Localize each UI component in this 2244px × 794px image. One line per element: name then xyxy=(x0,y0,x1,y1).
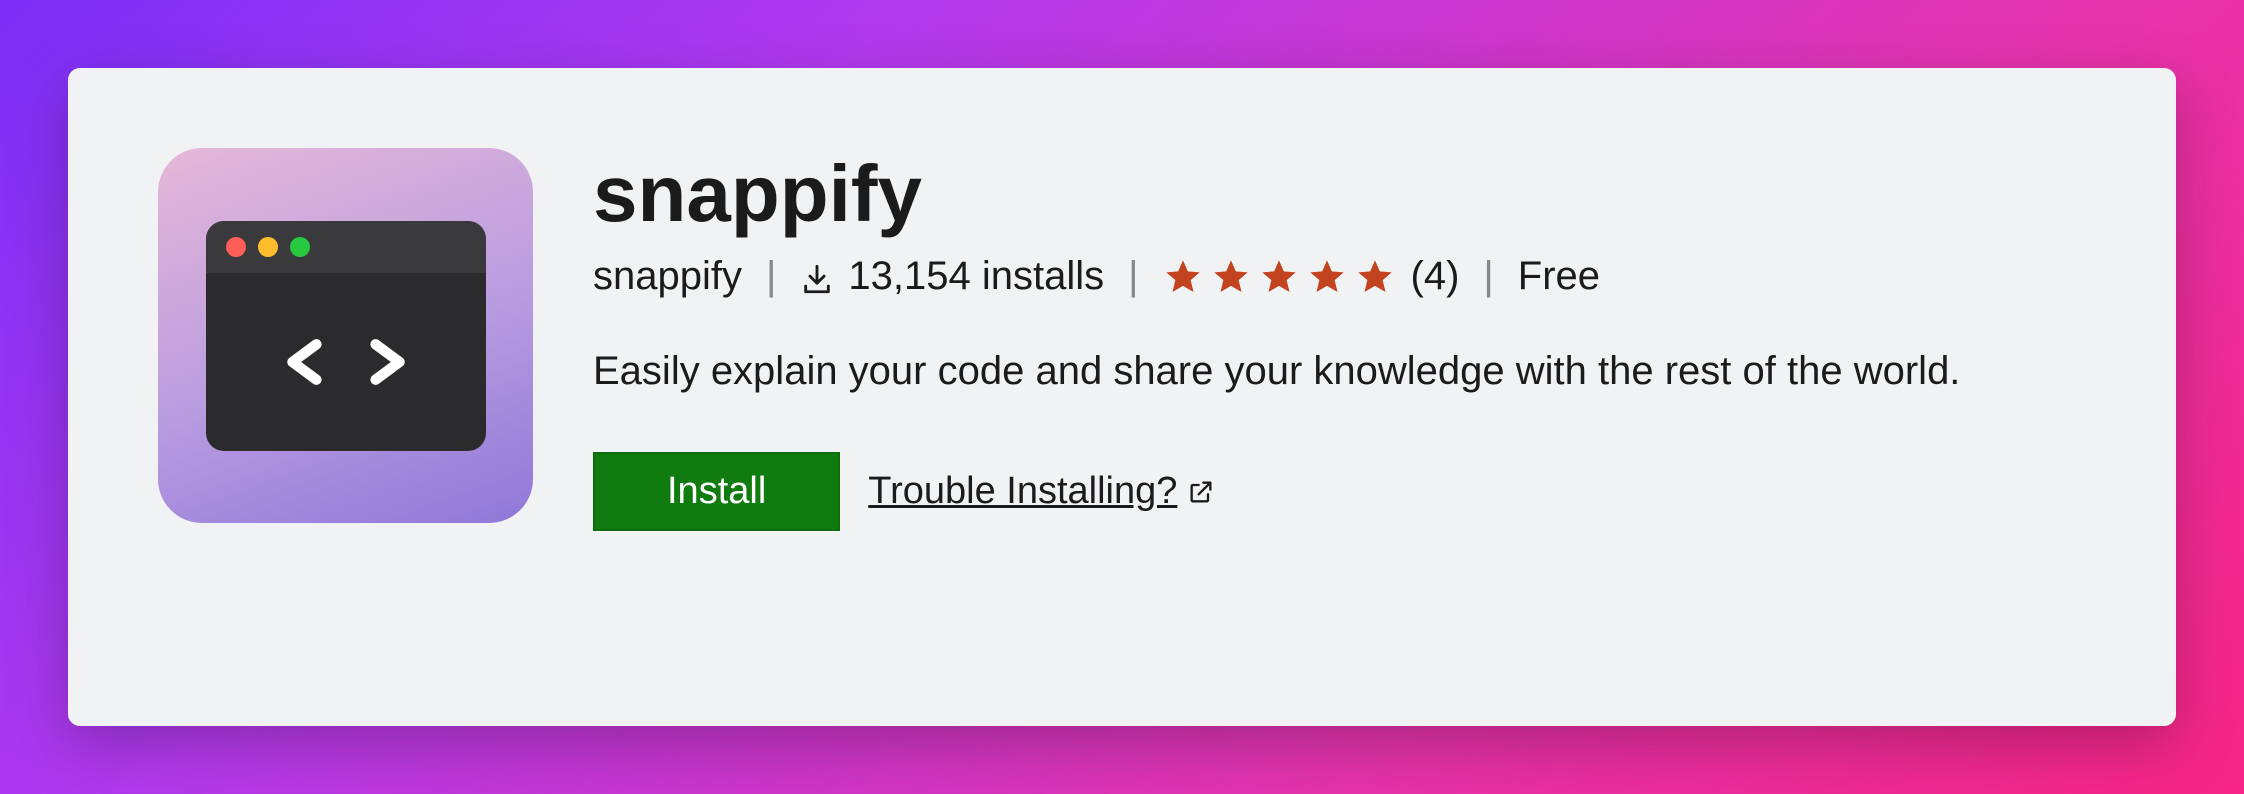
download-icon xyxy=(800,262,834,296)
traffic-light-yellow-icon xyxy=(258,237,278,257)
extension-card: snappify snappify | 13,154 installs | (4… xyxy=(68,68,2176,726)
divider: | xyxy=(766,254,776,299)
chevron-left-icon xyxy=(280,336,332,388)
extension-description: Easily explain your code and share your … xyxy=(593,349,2096,394)
window-titlebar-icon xyxy=(206,221,486,273)
extension-details: snappify snappify | 13,154 installs | (4… xyxy=(593,148,2096,531)
traffic-light-red-icon xyxy=(226,237,246,257)
action-row: Install Trouble Installing? xyxy=(593,452,2096,531)
code-window-icon xyxy=(206,221,486,451)
divider: | xyxy=(1128,254,1138,299)
window-body-icon xyxy=(206,273,486,451)
star-icon xyxy=(1307,257,1347,297)
installs-count: 13,154 installs xyxy=(848,254,1104,299)
trouble-installing-link[interactable]: Trouble Installing? xyxy=(868,470,1215,513)
divider: | xyxy=(1483,254,1493,299)
chevron-right-icon xyxy=(360,336,412,388)
external-link-icon xyxy=(1187,478,1215,506)
rating-count: (4) xyxy=(1411,254,1460,299)
install-button[interactable]: Install xyxy=(593,452,840,531)
price-label: Free xyxy=(1518,254,1600,299)
installs-group: 13,154 installs xyxy=(800,254,1104,299)
star-icon xyxy=(1211,257,1251,297)
star-icon xyxy=(1259,257,1299,297)
rating-group[interactable]: (4) xyxy=(1163,254,1460,299)
extension-meta-row: snappify | 13,154 installs | (4) | Free xyxy=(593,254,2096,299)
extension-title: snappify xyxy=(593,148,2096,240)
extension-icon xyxy=(158,148,533,523)
trouble-installing-label: Trouble Installing? xyxy=(868,470,1177,513)
traffic-light-green-icon xyxy=(290,237,310,257)
star-icon xyxy=(1355,257,1395,297)
star-icon xyxy=(1163,257,1203,297)
publisher-name[interactable]: snappify xyxy=(593,254,742,299)
